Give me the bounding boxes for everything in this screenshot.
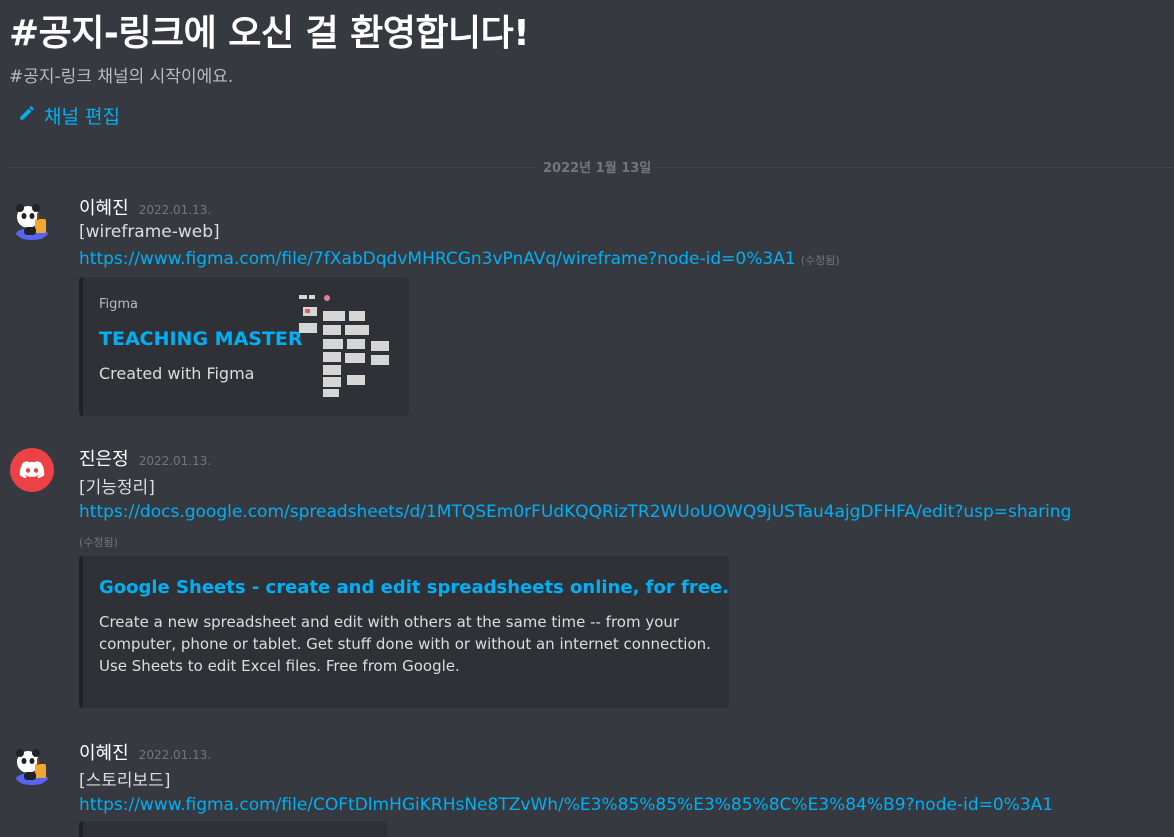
message-timestamp: 2022.01.13.	[138, 748, 212, 762]
author-name[interactable]: 이혜진	[79, 198, 129, 219]
author-name[interactable]: 이혜진	[79, 743, 129, 764]
embed-description: Create a new spreadsheet and edit with o…	[99, 611, 719, 677]
panda-avatar-icon	[10, 742, 54, 786]
message-link[interactable]: https://docs.google.com/spreadsheets/d/1…	[79, 502, 1071, 522]
pencil-icon	[18, 104, 36, 127]
embed-provider: Figma	[99, 297, 139, 312]
message-timestamp: 2022.01.13.	[138, 203, 212, 217]
message-text: [스토리보드]	[79, 771, 171, 791]
message-link[interactable]: https://www.figma.com/file/7fXabDqdvMHRC…	[79, 249, 796, 269]
message-text: [기능정리]	[79, 478, 155, 498]
message-timestamp: 2022.01.13.	[138, 454, 212, 468]
message-author[interactable]: 이혜진 2022.01.13.	[79, 194, 211, 220]
user-avatar[interactable]	[10, 197, 54, 241]
embed-description-line: Create a new spreadsheet and edit with o…	[99, 613, 680, 631]
user-avatar[interactable]	[10, 742, 54, 786]
edit-channel-label: 채널 편집	[44, 106, 120, 128]
message-author[interactable]: 진은정 2022.01.13.	[79, 445, 211, 471]
discord-logo-icon	[19, 461, 45, 479]
embed-description: Created with Figma	[99, 364, 255, 383]
author-name[interactable]: 진은정	[79, 449, 129, 470]
panda-avatar-icon	[10, 197, 54, 241]
figma-wireframe-thumbnail-icon	[299, 295, 389, 397]
channel-welcome-subtitle: #공지-링크 채널의 시작이에요.	[9, 67, 234, 87]
user-avatar[interactable]	[10, 448, 54, 492]
link-embed	[79, 821, 387, 837]
channel-welcome-title: #공지-링크에 오신 걸 환영합니다!	[9, 13, 530, 54]
figma-thumbnail[interactable]	[295, 293, 395, 403]
edit-channel-button[interactable]: 채널 편집	[18, 102, 120, 129]
embed-title[interactable]: Google Sheets - create and edit spreadsh…	[99, 577, 729, 598]
message-link[interactable]: https://www.figma.com/file/COFtDlmHGiKRH…	[79, 795, 1053, 815]
date-separator: 2022년 1월 13일	[537, 157, 658, 176]
embed-title[interactable]: TEACHING MASTER	[99, 328, 303, 350]
link-embed: Figma TEACHING MASTER Created with Figma	[79, 277, 409, 416]
embed-description-line: computer, phone or tablet. Get stuff don…	[99, 635, 711, 653]
link-embed: Google Sheets - create and edit spreadsh…	[79, 556, 729, 708]
message-author[interactable]: 이혜진 2022.01.13.	[79, 739, 211, 765]
message-link-row: https://www.figma.com/file/7fXabDqdvMHRC…	[79, 249, 840, 269]
message-text: [wireframe-web]	[79, 222, 220, 242]
embed-description-line: Use Sheets to edit Excel files. Free fro…	[99, 657, 460, 675]
edited-label: (수정됨)	[800, 254, 840, 267]
edited-label: (수정됨)	[79, 536, 118, 549]
